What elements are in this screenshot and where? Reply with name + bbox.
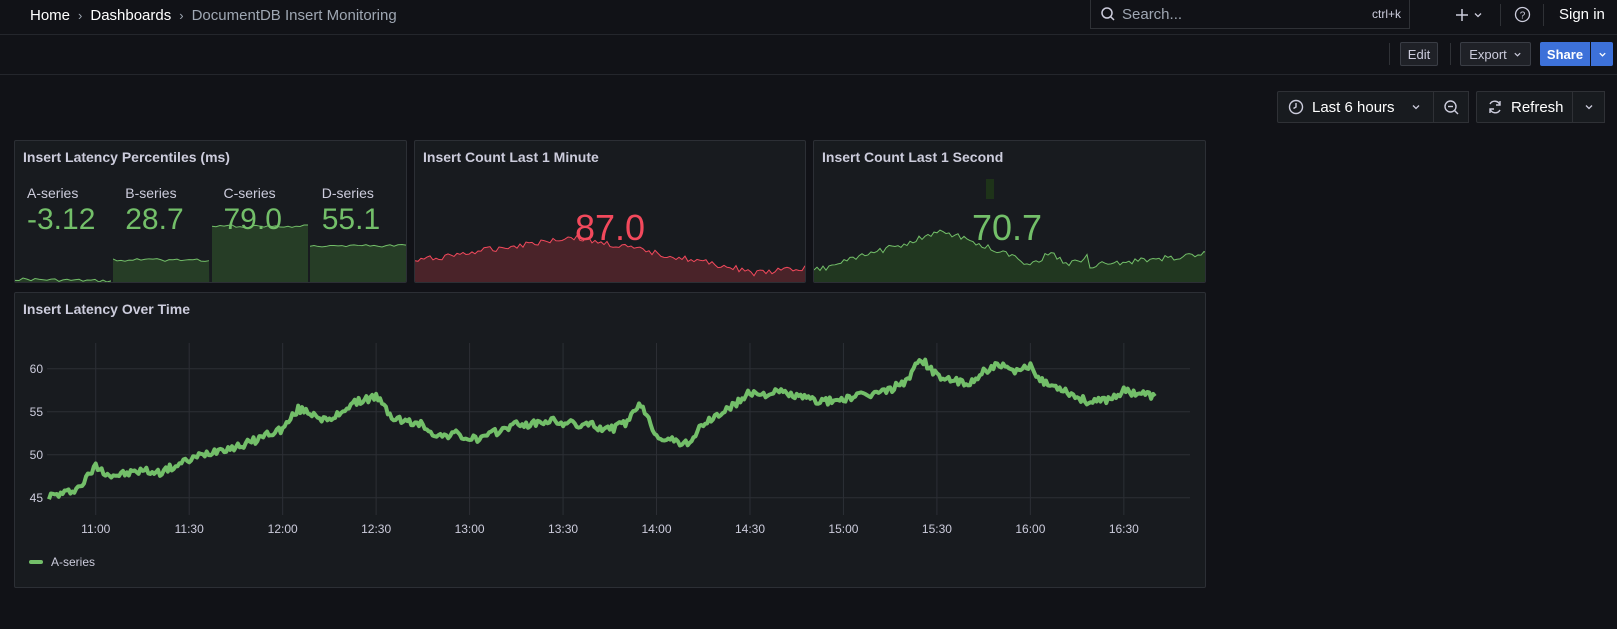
x-tick-label: 12:30 — [361, 522, 391, 536]
x-tick-label: 15:30 — [922, 522, 952, 536]
latency-percentiles-panel[interactable]: Insert Latency Percentiles (ms) A-series… — [14, 140, 407, 283]
x-tick-label: 14:00 — [642, 522, 672, 536]
share-button[interactable]: Share — [1540, 42, 1590, 66]
breadcrumb-home[interactable]: Home — [30, 7, 70, 24]
x-tick-label: 16:00 — [1015, 522, 1045, 536]
sparkline-area — [309, 244, 406, 282]
x-tick-label: 13:30 — [548, 522, 578, 536]
help-circle-icon: ? — [1514, 6, 1531, 23]
x-tick-label: 15:00 — [828, 522, 858, 536]
stat-c-series: C-series 79.0 — [211, 141, 308, 282]
stat-value: 87.0 — [575, 207, 646, 248]
y-tick-label: 45 — [30, 491, 44, 505]
insert-count-second-panel[interactable]: Insert Count Last 1 Second 70.7 — [813, 140, 1206, 283]
divider — [1450, 43, 1451, 65]
stat-value: -3.12 — [27, 203, 96, 236]
stat-value: 79.0 — [223, 203, 282, 236]
export-button[interactable]: Export — [1460, 42, 1531, 66]
zoom-out-button[interactable] — [1433, 91, 1469, 123]
y-tick-label: 60 — [30, 362, 44, 376]
x-tick-label: 13:00 — [455, 522, 485, 536]
chevron-down-icon — [1514, 52, 1521, 57]
refresh-interval-dropdown[interactable] — [1572, 91, 1605, 123]
help-button[interactable]: ? — [1514, 6, 1531, 26]
chevron-right-icon: › — [179, 7, 184, 23]
breadcrumb-dashboards[interactable]: Dashboards — [90, 7, 171, 24]
breadcrumb: Home › Dashboards › DocumentDB Insert Mo… — [30, 0, 397, 30]
search-icon — [1101, 7, 1115, 21]
top-nav-bar: Home › Dashboards › DocumentDB Insert Mo… — [0, 0, 1617, 35]
refresh-button[interactable]: Refresh — [1476, 91, 1573, 123]
svg-text:?: ? — [1520, 10, 1526, 21]
x-tick-label: 14:30 — [735, 522, 765, 536]
stat-a-series: A-series -3.12 — [15, 141, 112, 282]
dashboard-toolbar: Edit Export Share — [0, 35, 1617, 75]
breadcrumb-current: DocumentDB Insert Monitoring — [191, 6, 397, 24]
zoom-out-icon — [1443, 99, 1458, 114]
insert-latency-over-time-panel[interactable]: Insert Latency Over Time 45 50 55 60 11:00 11… — [14, 292, 1206, 588]
divider — [1500, 4, 1501, 26]
divider — [1389, 43, 1390, 65]
stat-name: B-series — [125, 185, 177, 201]
chevron-down-icon — [1598, 52, 1606, 57]
plus-icon — [1456, 9, 1468, 21]
stat-value: 70.7 — [972, 207, 1043, 248]
x-tick-label: 12:00 — [268, 522, 298, 536]
refresh-icon — [1489, 100, 1501, 114]
latency-chart[interactable]: 45 50 55 60 11:00 11:30 12:00 12:30 13:00 13:30 14… — [15, 293, 1206, 588]
search-shortcut: ctrl+k — [1371, 7, 1401, 21]
tooltip-marker — [986, 179, 994, 199]
stat-value: 55.1 — [321, 203, 381, 236]
search-input[interactable]: Search... ctrl+k — [1090, 0, 1410, 29]
stat-name: C-series — [223, 185, 276, 201]
legend-swatch — [29, 560, 43, 564]
chart-legend[interactable]: A-series — [29, 555, 95, 569]
y-tick-label: 50 — [30, 448, 44, 462]
x-tick-label: 11:30 — [175, 522, 204, 536]
legend-label: A-series — [51, 555, 96, 569]
sparkline-area — [113, 258, 210, 282]
series-line-a — [47, 357, 1157, 500]
stat-b-series: B-series 28.7 — [113, 141, 210, 282]
stat-value: 28.7 — [125, 203, 184, 236]
stat-d-series: D-series 55.1 — [309, 141, 406, 282]
add-button[interactable] — [1455, 4, 1483, 26]
export-label: Export — [1469, 46, 1507, 62]
refresh-label: Refresh — [1511, 98, 1564, 116]
search-placeholder: Search... — [1122, 5, 1183, 23]
x-tick-label: 11:00 — [81, 522, 110, 536]
chevron-down-icon — [1412, 105, 1420, 110]
sign-in-link[interactable]: Sign in — [1559, 4, 1605, 26]
share-dropdown-button[interactable] — [1591, 42, 1613, 66]
x-tick-label: 16:30 — [1109, 522, 1139, 536]
stat-name: D-series — [321, 185, 374, 201]
chevron-down-icon — [1585, 105, 1592, 110]
edit-button[interactable]: Edit — [1400, 42, 1438, 66]
time-range-label: Last 6 hours — [1312, 98, 1395, 116]
divider — [1543, 4, 1544, 26]
chevron-down-icon — [1474, 13, 1482, 18]
chevron-right-icon: › — [78, 7, 83, 23]
insert-count-minute-panel[interactable]: Insert Count Last 1 Minute 87.0 — [414, 140, 806, 283]
y-tick-label: 55 — [30, 405, 44, 419]
stat-name: A-series — [27, 185, 79, 201]
clock-icon — [1288, 99, 1304, 115]
